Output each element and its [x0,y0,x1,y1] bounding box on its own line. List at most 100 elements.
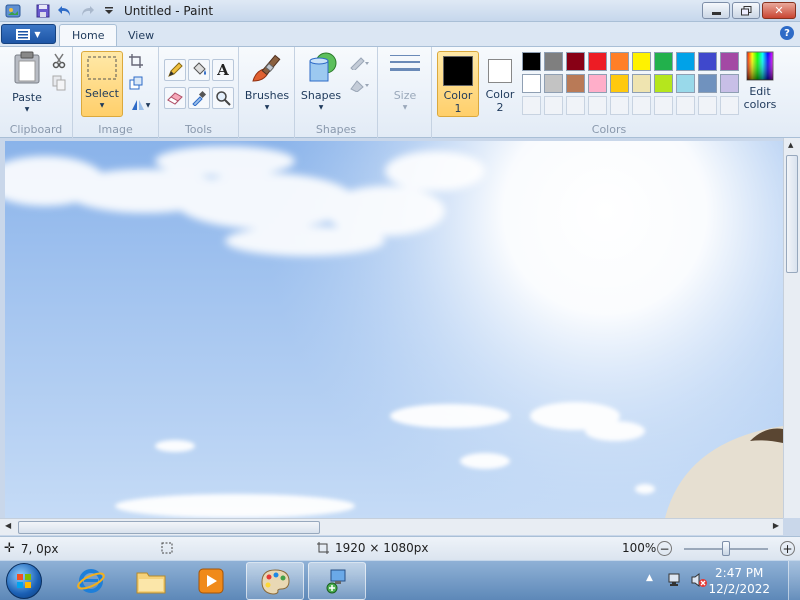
eraser-tool[interactable] [164,87,186,109]
edit-colors-button[interactable]: Edit colors [740,51,780,117]
palette-swatch[interactable] [522,52,541,71]
palette-swatch[interactable] [632,52,651,71]
customize-toolbar-icon[interactable] [100,2,118,20]
tab-home[interactable]: Home [59,24,118,46]
palette-swatch[interactable] [676,52,695,71]
custom-color-slot[interactable] [522,96,541,115]
palette-swatch[interactable] [544,52,563,71]
text-tool[interactable]: A [212,59,234,81]
fill-tool[interactable] [188,59,210,81]
copy-button[interactable] [48,73,70,93]
volume-tray-icon[interactable] [690,572,708,591]
media-player-icon [198,568,224,594]
title-bar: Untitled - Paint ✕ [0,0,800,22]
custom-color-slot[interactable] [588,96,607,115]
cut-button[interactable] [48,51,70,71]
paste-button[interactable]: Paste ▼ [6,51,48,115]
palette-swatch[interactable] [566,52,585,71]
paint-menu-button[interactable]: ▼ [1,24,56,44]
color-picker-tool[interactable] [188,87,210,109]
start-button[interactable] [6,563,42,599]
horizontal-scroll-thumb[interactable] [18,521,320,534]
redo-icon[interactable] [78,2,96,20]
zoom-in-button[interactable]: + [780,541,795,556]
paint-taskbar-button[interactable] [246,562,304,600]
palette-swatch[interactable] [698,74,717,93]
rotate-button[interactable]: ▼ [125,95,155,115]
palette-swatch[interactable] [588,52,607,71]
size-button[interactable]: Size ▼ [384,51,426,117]
custom-color-slot[interactable] [654,96,673,115]
zoom-level: 100% [622,541,657,555]
vertical-scrollbar[interactable]: ▲ [783,138,800,518]
close-button[interactable]: ✕ [762,2,796,19]
outline-button[interactable] [345,53,373,73]
select-button[interactable]: Select ▼ [81,51,123,117]
horizontal-scrollbar[interactable]: ◀ ▶ [0,518,783,535]
show-hidden-icons-button[interactable]: ▲ [646,573,653,583]
fill-button[interactable] [345,75,373,95]
palette-swatch[interactable] [632,74,651,93]
drawing-canvas[interactable] [5,141,783,518]
save-icon[interactable] [34,2,52,20]
custom-color-slot[interactable] [676,96,695,115]
scroll-up-arrow-icon[interactable]: ▲ [788,141,793,149]
shapes-button[interactable]: Shapes ▼ [299,51,343,117]
color1-button[interactable]: Color 1 [437,51,479,117]
select-label: Select [85,87,119,100]
restore-button[interactable] [732,2,760,19]
help-icon[interactable]: ? [780,26,794,40]
palette-swatch[interactable] [654,52,673,71]
brush-icon [252,54,281,82]
chevron-down-icon: ▼ [264,104,270,111]
palette-swatch[interactable] [522,74,541,93]
vertical-scroll-thumb[interactable] [786,155,798,273]
palette-swatch[interactable] [566,74,585,93]
palette-swatch[interactable] [544,74,563,93]
palette-swatch[interactable] [610,52,629,71]
pencil-tool[interactable] [164,59,186,81]
palette-swatch[interactable] [720,74,739,93]
custom-color-slot[interactable] [632,96,651,115]
text-icon: A [217,61,229,79]
folder-icon [136,572,166,594]
menu-icon [16,28,31,40]
custom-color-slot[interactable] [610,96,629,115]
clock[interactable]: 2:47 PM 12/2/2022 [708,565,770,597]
show-desktop-button[interactable] [788,561,800,600]
network-app-taskbar-button[interactable] [308,562,366,600]
copy-icon [52,75,66,91]
palette-swatch[interactable] [588,74,607,93]
media-player-taskbar-button[interactable] [182,562,240,600]
scroll-right-arrow-icon[interactable]: ▶ [773,521,779,530]
palette-swatch[interactable] [676,74,695,93]
custom-color-slot[interactable] [566,96,585,115]
palette-swatch[interactable] [654,74,673,93]
brushes-button[interactable]: Brushes ▼ [243,51,291,117]
palette-swatch[interactable] [698,52,717,71]
zoom-out-button[interactable]: − [657,541,672,556]
file-explorer-taskbar-button[interactable] [122,562,180,600]
network-tray-icon[interactable] [666,572,682,591]
custom-color-slot[interactable] [544,96,563,115]
crop-button[interactable] [125,51,147,71]
scroll-left-arrow-icon[interactable]: ◀ [5,521,11,530]
internet-explorer-taskbar-button[interactable] [62,562,120,600]
image-group: Select ▼ ▼ Image [73,47,159,139]
zoom-slider-thumb[interactable] [722,541,730,556]
resize-button[interactable] [125,73,147,93]
color2-button[interactable]: Color 2 [480,51,520,117]
minimize-button[interactable] [702,2,730,19]
undo-icon[interactable] [56,2,74,20]
paint-app-icon[interactable] [4,2,22,20]
custom-color-slot[interactable] [698,96,717,115]
chevron-down-icon: ▼ [145,101,151,109]
magnifier-tool[interactable] [212,87,234,109]
edit-colors-label-2: colors [743,98,777,111]
tab-view[interactable]: View [116,24,166,46]
palette-swatch[interactable] [720,52,739,71]
zoom-out-icon: − [657,541,672,556]
color2-number: 2 [496,101,504,114]
custom-color-slot[interactable] [720,96,739,115]
palette-swatch[interactable] [610,74,629,93]
